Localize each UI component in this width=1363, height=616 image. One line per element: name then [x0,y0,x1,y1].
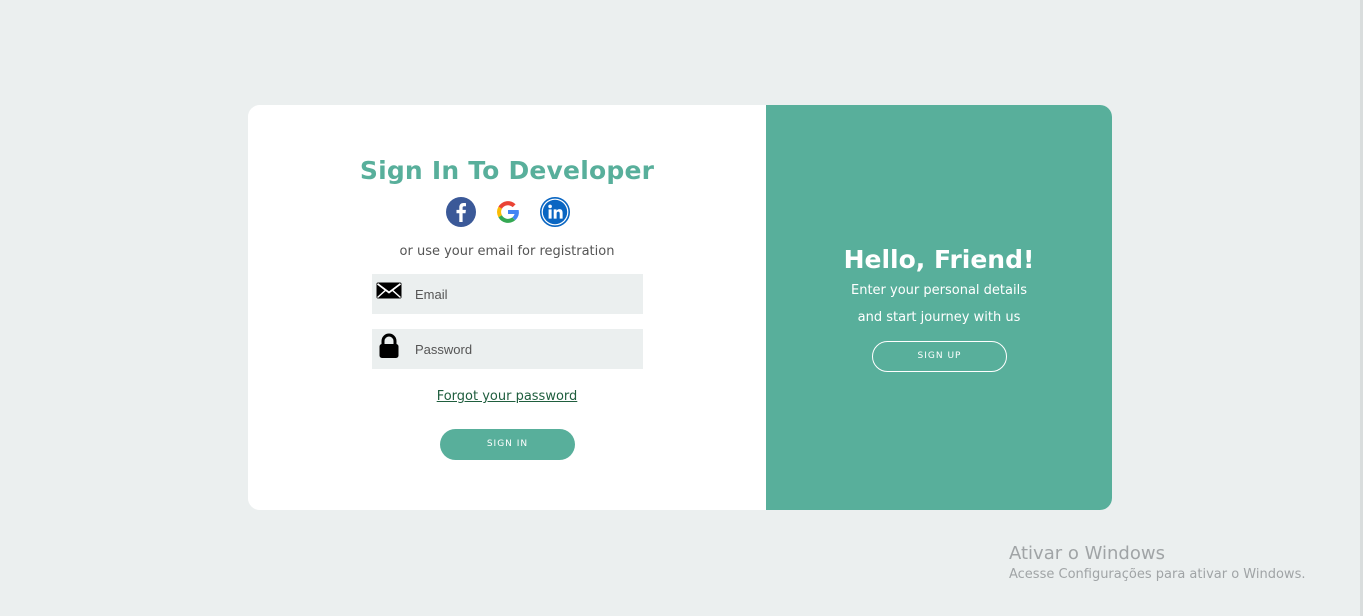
lock-icon [379,333,399,358]
overlay-title: Hello, Friend! [843,245,1035,274]
envelope-icon [376,282,402,299]
password-field[interactable] [372,329,643,369]
facebook-icon[interactable] [446,197,476,227]
overlay-text-line-2: and start journey with us [857,310,1021,325]
google-icon[interactable] [493,197,523,227]
signin-panel: Sign In To Developer or use your email f… [248,105,766,510]
email-input[interactable] [409,274,641,314]
overlay-text-line-1: Enter your personal details [851,283,1027,298]
registration-hint: or use your email for registration [399,244,615,259]
social-login-row [444,197,574,229]
sign-in-button[interactable]: SIGN IN [440,429,575,460]
email-field[interactable] [372,274,643,314]
watermark-subtitle: Acesse Configurações para ativar o Windo… [1009,567,1306,582]
auth-card: Sign In To Developer or use your email f… [248,105,1112,510]
watermark-title: Ativar o Windows [1009,543,1165,564]
password-input[interactable] [409,329,641,369]
signup-overlay-panel: Hello, Friend! Enter your personal detai… [766,105,1112,510]
sign-up-button[interactable]: SIGN UP [872,341,1007,372]
windows-activation-watermark: Ativar o Windows Acesse Configurações pa… [1009,543,1305,584]
forgot-password-link[interactable]: Forgot your password [248,389,766,404]
linkedin-icon[interactable] [540,197,570,227]
signin-title: Sign In To Developer [359,156,655,185]
